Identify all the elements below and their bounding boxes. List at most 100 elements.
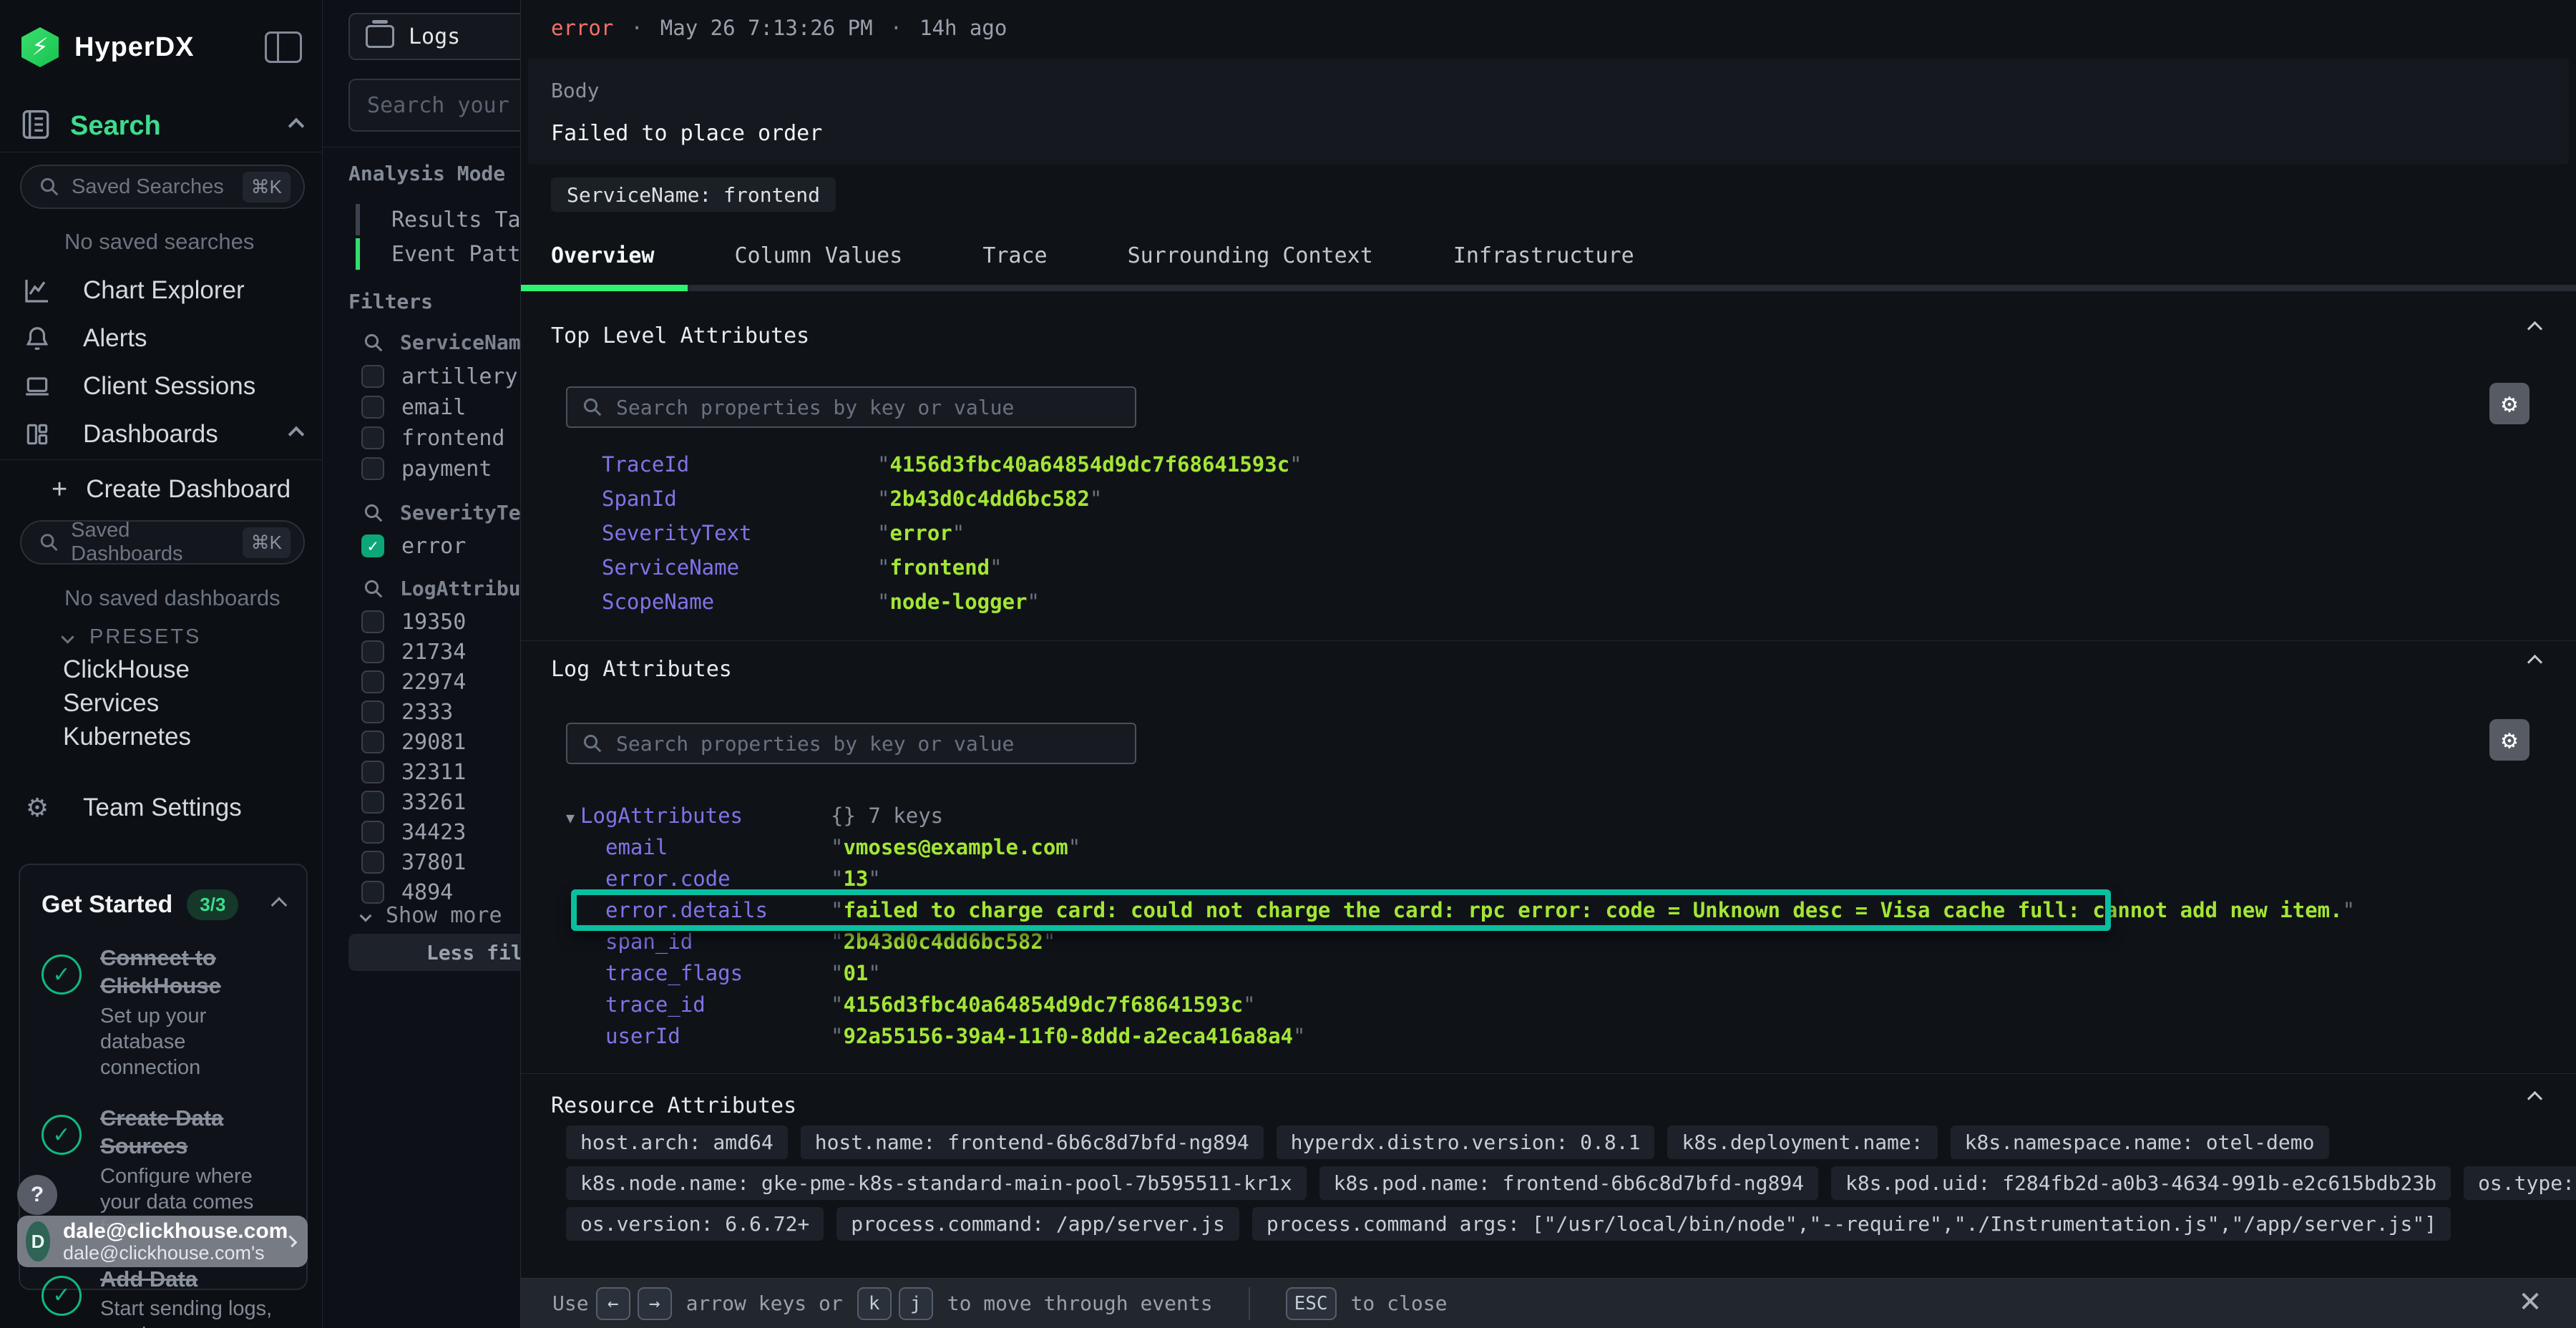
attribute-key[interactable]: error.details [566,898,831,922]
get-started-header[interactable]: Get Started 3/3 [42,889,285,920]
filter-option[interactable]: 33261 [361,787,466,817]
top-level-search-input[interactable]: Search properties by key or value [566,386,1136,428]
attribute-key[interactable]: SeverityText [602,521,877,545]
filter-option[interactable]: frontend [361,423,505,453]
attribute-value[interactable]: 92a55156-39a4-11f0-8ddd-a2eca416a8a4 [831,1024,2547,1048]
tree-root-row[interactable]: ▼LogAttributes {} 7 keys [566,800,2547,831]
resource-chip[interactable]: os.version: 6.6.72+ [566,1207,824,1241]
attribute-row[interactable]: trace_flags01 [566,957,2547,989]
checkbox[interactable] [361,791,384,814]
checkbox[interactable] [361,426,384,449]
show-more-button[interactable]: Show more [361,903,502,928]
checkbox[interactable] [361,821,384,844]
attribute-row[interactable]: TraceId4156d3fbc40a64854d9dc7f68641593c [602,447,2547,482]
chevron-up-icon[interactable] [271,897,288,913]
filter-group-logattributes[interactable]: LogAttributes [363,577,520,600]
resource-chip[interactable]: k8s.pod.name: frontend-6b6c8d7bfd-ng894 [1319,1166,1818,1200]
attribute-key[interactable]: trace_flags [566,961,831,985]
sidebar-item-kubernetes[interactable]: Kubernetes [63,723,191,751]
presets-toggle[interactable]: PRESETS [63,625,201,649]
sidebar-item-team-settings[interactable]: ⚙ Team Settings [21,789,302,826]
log-attributes-search-input[interactable]: Search properties by key or value [566,723,1136,764]
checkbox[interactable] [361,640,384,663]
saved-searches-input[interactable]: Saved Searches ⌘K [20,165,305,209]
filter-option-error[interactable]: error [361,531,466,561]
help-button[interactable]: ? [17,1175,57,1215]
attribute-row[interactable]: span_id2b43d0c4dd6bc582 [566,926,2547,957]
resource-chip[interactable]: k8s.namespace.name: otel-demo [1951,1126,2329,1159]
checkbox[interactable] [361,365,384,388]
section-collapse-resource-attributes[interactable] [2529,1093,2540,1107]
attribute-row-error-details[interactable]: error.detailsfailed to charge card: coul… [566,894,2547,926]
filter-option[interactable]: 21734 [361,637,466,667]
checkbox[interactable] [361,881,384,904]
attribute-key[interactable]: span_id [566,929,831,954]
filter-option[interactable]: 37801 [361,847,466,877]
filter-option[interactable]: payment [361,454,492,484]
get-started-item[interactable]: ✓ Add Data Start sending logs, metrics, … [42,1266,285,1328]
attribute-value[interactable]: 13 [831,866,2547,891]
filter-group-servicename[interactable]: ServiceName [363,331,520,354]
checkbox[interactable] [361,670,384,693]
mode-results-table[interactable]: Results Table [356,202,520,237]
attribute-value[interactable]: 4156d3fbc40a64854d9dc7f68641593c [831,992,2547,1017]
attribute-key[interactable]: trace_id [566,992,831,1017]
attribute-row[interactable]: userId92a55156-39a4-11f0-8ddd-a2eca416a8… [566,1020,2547,1052]
attribute-value[interactable]: 4156d3fbc40a64854d9dc7f68641593c [877,452,2547,477]
resource-chip[interactable]: process.command: /app/server.js [836,1207,1239,1241]
attribute-row[interactable]: ScopeNamenode-logger [602,585,2547,619]
attribute-key[interactable]: email [566,835,831,859]
attribute-key[interactable]: SpanId [602,487,877,511]
attribute-row[interactable]: ServiceNamefrontend [602,550,2547,585]
resource-chip[interactable]: os.type: linux [2464,1166,2576,1200]
attribute-row[interactable]: error.code13 [566,863,2547,894]
checkbox[interactable] [361,700,384,723]
filter-option[interactable]: 29081 [361,727,466,757]
sidebar-item-services[interactable]: Services [63,689,159,718]
service-name-chip[interactable]: ServiceName: frontend [551,177,836,212]
filter-option[interactable]: 22974 [361,667,466,697]
filter-option[interactable]: 34423 [361,817,466,847]
sidebar-item-dashboards[interactable]: Dashboards [21,416,302,453]
resource-chip[interactable]: k8s.pod.uid: f284fb2d-a0b3-4634-991b-e2c… [1831,1166,2451,1200]
checkbox[interactable] [361,457,384,480]
chevron-up-icon[interactable] [288,426,305,443]
filter-option[interactable]: 19350 [361,607,466,637]
user-menu[interactable]: D dale@clickhouse.com dale@clickhouse.co… [17,1216,308,1267]
create-dashboard-button[interactable]: + Create Dashboard [52,472,291,507]
resource-chip[interactable]: host.arch: amd64 [566,1126,788,1159]
attribute-key[interactable]: TraceId [602,452,877,477]
less-filters-button[interactable]: Less filters [348,934,520,971]
attribute-key[interactable]: ServiceName [602,555,877,580]
attribute-value[interactable]: node-logger [877,590,2547,614]
filter-group-severitytext[interactable]: SeverityText [363,501,520,524]
filter-option[interactable]: 2333 [361,697,453,727]
top-level-settings-button[interactable]: ⚙ [2489,383,2529,424]
sidebar-item-client-sessions[interactable]: Client Sessions [21,368,302,405]
attribute-value[interactable]: failed to charge card: could not charge … [831,898,2547,922]
resource-chip[interactable]: k8s.deployment.name: [1667,1126,1937,1159]
sidebar-item-search[interactable]: Search [21,106,302,146]
resource-chip[interactable]: k8s.node.name: gke-pme-k8s-standard-main… [566,1166,1307,1200]
tab-column-values[interactable]: Column Values [735,243,903,268]
sidebar-item-alerts[interactable]: Alerts [21,320,302,357]
resource-chip[interactable]: process.command args: ["/usr/local/bin/n… [1252,1207,2451,1241]
filter-option[interactable]: email [361,392,466,422]
log-attributes-settings-button[interactable]: ⚙ [2489,719,2529,761]
get-started-item[interactable]: ✓ Connect to ClickHouse Set up your data… [42,944,285,1080]
attribute-value[interactable]: 01 [831,961,2547,985]
events-search-input[interactable]: Search your ev [348,79,520,132]
chevron-up-icon[interactable] [288,118,305,135]
attribute-value[interactable]: vmoses@example.com [831,835,2547,859]
tab-trace[interactable]: Trace [982,243,1047,268]
attribute-key[interactable]: userId [566,1024,831,1048]
saved-dashboards-input[interactable]: Saved Dashboards ⌘K [20,520,305,565]
section-collapse-log-attributes[interactable] [2529,657,2540,670]
sidebar-item-chart-explorer[interactable]: Chart Explorer [21,272,302,309]
close-icon[interactable]: ✕ [2513,1285,2547,1319]
mode-event-patterns[interactable]: Event Patterns [356,237,520,271]
sidebar-item-clickhouse[interactable]: ClickHouse [63,655,190,684]
filter-option[interactable]: 32311 [361,757,466,787]
source-select[interactable]: Logs [348,13,520,60]
attribute-row[interactable]: SpanId2b43d0c4dd6bc582 [602,482,2547,516]
